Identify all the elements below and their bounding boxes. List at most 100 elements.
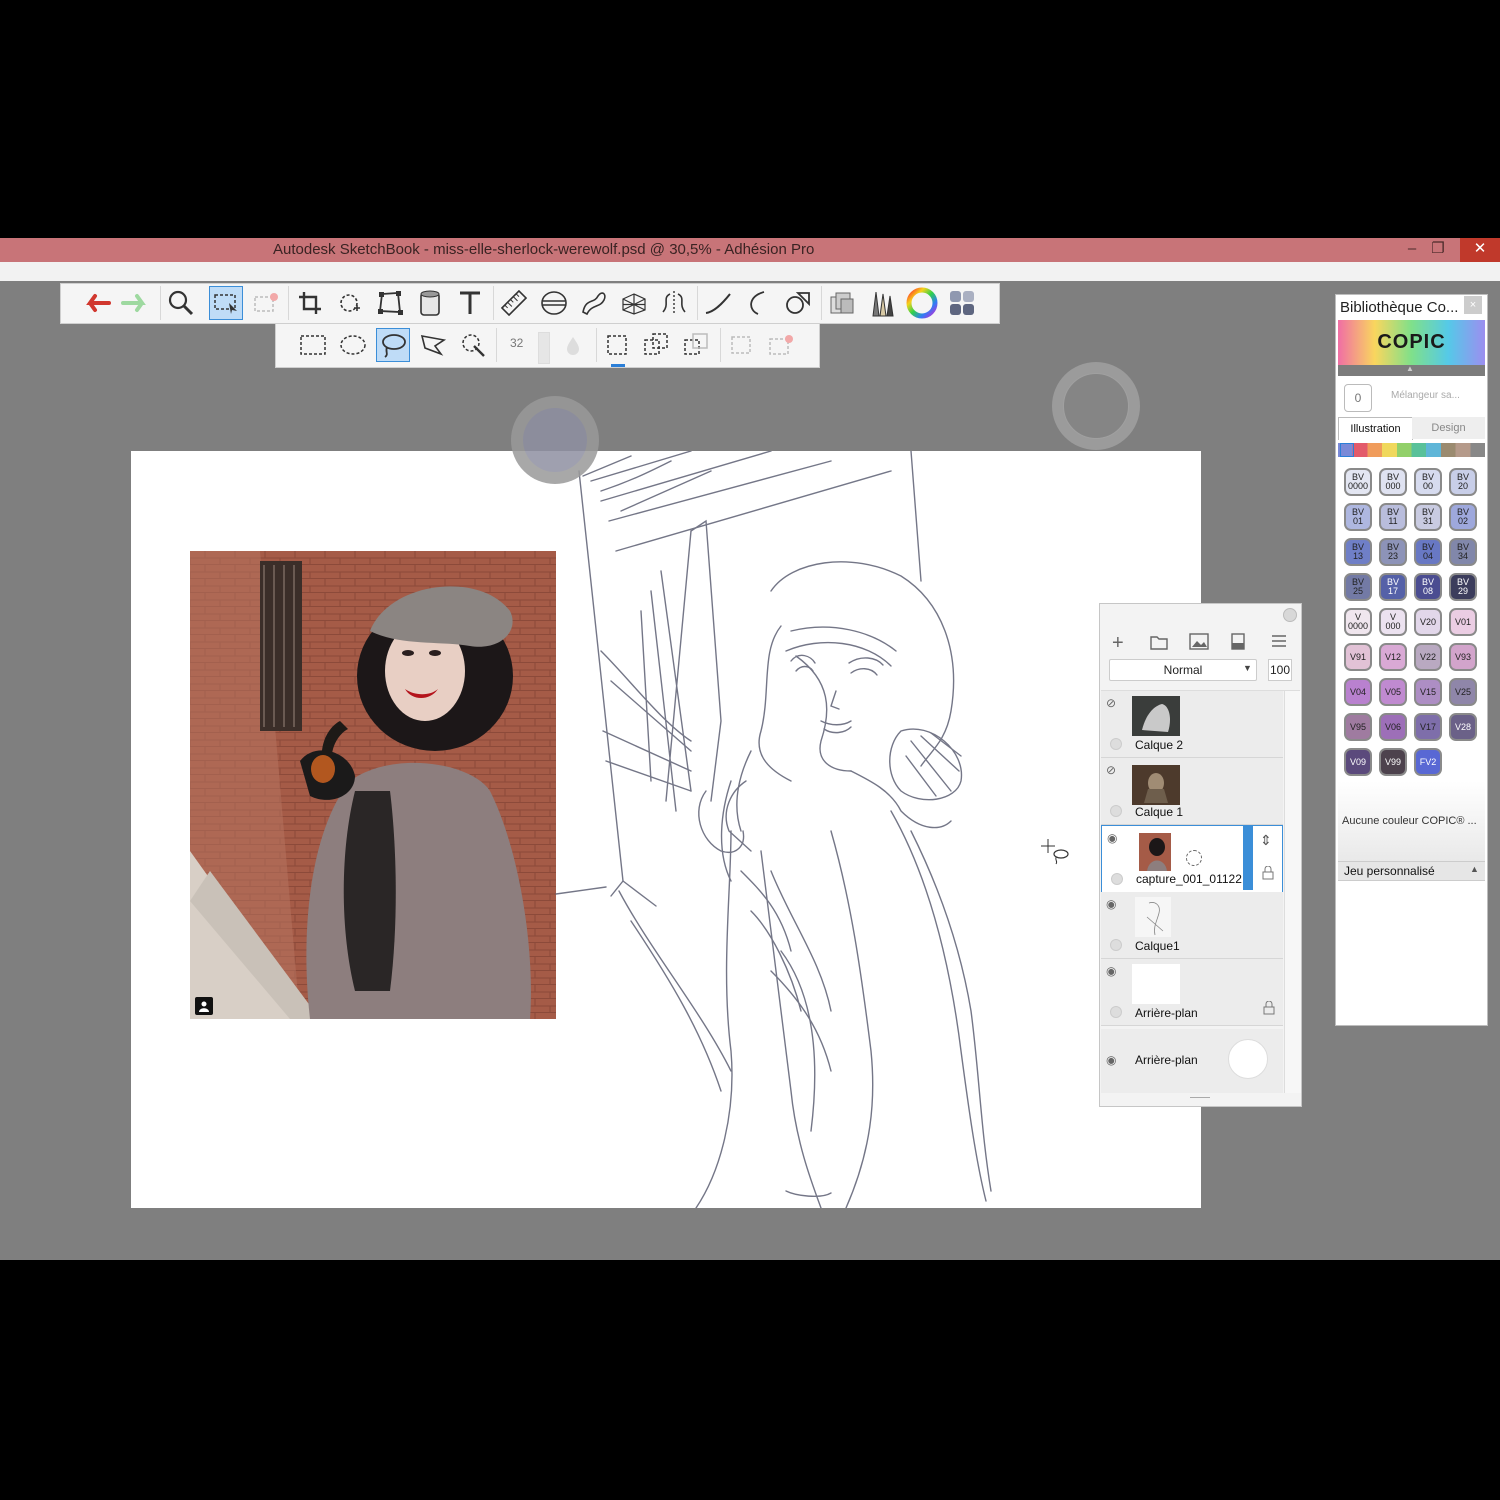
copic-swatch[interactable]: V04 [1344,678,1372,706]
eye-hidden-icon[interactable]: ⊘ [1106,696,1116,710]
eye-hidden-icon[interactable]: ⊘ [1106,763,1116,777]
ellipse-guide-icon[interactable] [537,286,571,320]
oval-select-icon[interactable] [336,328,370,362]
layer-row[interactable]: ⊘ Calque 1 [1101,758,1283,825]
zoom-icon[interactable] [164,286,198,320]
layer-copy-icon[interactable] [825,286,859,320]
copic-swatch[interactable]: V22 [1414,643,1442,671]
background-row[interactable]: ◉ Arrière-plan [1101,1029,1283,1093]
layer-select-radio[interactable] [1110,738,1122,750]
copic-swatch[interactable]: BV 31 [1414,503,1442,531]
move-layer-icon[interactable]: ⇕ [1260,832,1272,849]
invert-selection-icon[interactable] [724,328,758,362]
predictive-stroke-icon[interactable] [741,286,775,320]
copic-library-icon[interactable] [945,286,979,320]
copic-swatch[interactable]: V05 [1379,678,1407,706]
drawing-canvas[interactable] [131,451,1201,1208]
shape-icon[interactable] [781,286,815,320]
copic-swatch[interactable]: BV 00 [1414,468,1442,496]
copic-swatch[interactable]: BV 29 [1449,573,1477,601]
magic-wand-icon[interactable] [456,328,490,362]
copic-swatch[interactable]: BV 08 [1414,573,1442,601]
select-icon[interactable] [209,286,243,320]
eye-icon[interactable]: ◉ [1107,831,1117,845]
stroke-icon[interactable] [701,286,735,320]
layer-select-radio[interactable] [1111,873,1123,885]
lock-icon[interactable] [1262,866,1274,880]
distort-icon[interactable] [373,286,407,320]
french-curve-icon[interactable] [577,286,611,320]
layer-select-radio[interactable] [1110,805,1122,817]
copic-swatch[interactable]: BV 20 [1449,468,1477,496]
layer-opacity-bar[interactable] [1243,826,1253,890]
copic-swatch[interactable]: V01 [1449,608,1477,636]
layer-select-radio[interactable] [1110,1006,1122,1018]
copic-swatch[interactable]: V91 [1344,643,1372,671]
perspective-icon[interactable] [617,286,651,320]
background-color-swatch[interactable] [1228,1039,1268,1079]
undo-icon[interactable] [79,286,113,320]
panel-close-button[interactable] [1283,608,1297,622]
add-group-icon[interactable] [1150,634,1168,650]
copic-swatch[interactable]: V28 [1449,713,1477,741]
layer-menu-icon[interactable] [1271,634,1287,648]
copic-swatch[interactable]: BV 13 [1344,538,1372,566]
copic-swatch[interactable]: V12 [1379,643,1407,671]
lock-icon[interactable] [1263,1001,1275,1015]
ruler-icon[interactable] [497,286,531,320]
copic-swatch[interactable]: FV2 [1414,748,1442,776]
blend-mode-dropdown[interactable]: Normal ▼ [1109,659,1257,681]
copic-swatch[interactable]: V 0000 [1344,608,1372,636]
add-layer-icon[interactable]: + [1112,632,1124,655]
close-button[interactable]: ✕ [1460,238,1500,262]
redo-icon[interactable] [119,286,153,320]
lasso-select-icon[interactable] [376,328,410,362]
layer-row-selected[interactable]: ◉ capture_001_01122... [1101,825,1283,893]
fill-bucket-icon[interactable] [413,286,447,320]
add-selection-icon[interactable] [640,328,674,362]
rect-select-icon[interactable] [296,328,330,362]
transform-select-icon[interactable] [249,286,283,320]
eye-icon[interactable]: ◉ [1106,964,1116,978]
copic-swatch[interactable]: V17 [1414,713,1442,741]
polyline-lasso-icon[interactable] [416,328,450,362]
clear-selection-icon[interactable] [764,328,798,362]
copic-swatch[interactable]: BV 04 [1414,538,1442,566]
copic-swatch[interactable]: V25 [1449,678,1477,706]
layer-select-radio[interactable] [1110,939,1122,951]
copic-swatch[interactable]: V06 [1379,713,1407,741]
resize-handle[interactable] [1190,1097,1210,1098]
copic-swatch[interactable]: V15 [1414,678,1442,706]
copic-swatch[interactable]: BV 11 [1379,503,1407,531]
copic-swatch[interactable]: V20 [1414,608,1442,636]
crop-icon[interactable] [293,286,327,320]
symmetry-icon[interactable] [657,286,691,320]
copic-swatch[interactable]: V99 [1379,748,1407,776]
copic-swatch[interactable]: V93 [1449,643,1477,671]
copic-swatch[interactable]: BV 17 [1379,573,1407,601]
copic-swatch[interactable]: BV 23 [1379,538,1407,566]
copic-swatch[interactable]: BV 0000 [1344,468,1372,496]
subtract-selection-icon[interactable] [680,328,714,362]
layer-row[interactable]: ⊘ Calque 2 [1101,691,1283,758]
brushes-icon[interactable] [865,286,899,320]
clear-layer-icon[interactable] [1231,633,1245,650]
copic-swatch[interactable]: BV 34 [1449,538,1477,566]
color-wheel-icon[interactable] [905,286,939,320]
eye-icon[interactable]: ◉ [1106,1053,1116,1067]
copic-swatch[interactable]: BV 000 [1379,468,1407,496]
copic-swatch[interactable]: BV 02 [1449,503,1477,531]
copic-swatch[interactable]: V 000 [1379,608,1407,636]
layer-row[interactable]: ◉ Arrière-plan [1101,959,1283,1026]
right-puck[interactable] [1052,362,1140,450]
opacity-field[interactable]: 100 [1268,659,1292,681]
layer-scrollbar[interactable] [1284,691,1301,1093]
left-puck[interactable] [511,396,599,484]
layer-row[interactable]: ◉ Calque1 [1101,892,1283,959]
copic-swatch[interactable]: V95 [1344,713,1372,741]
eye-icon[interactable]: ◉ [1106,897,1116,911]
restore-button[interactable]: ❐ [1423,238,1453,262]
copic-swatch[interactable]: V09 [1344,748,1372,776]
brush-size-slider[interactable] [538,332,550,364]
softness-icon[interactable] [556,328,590,362]
